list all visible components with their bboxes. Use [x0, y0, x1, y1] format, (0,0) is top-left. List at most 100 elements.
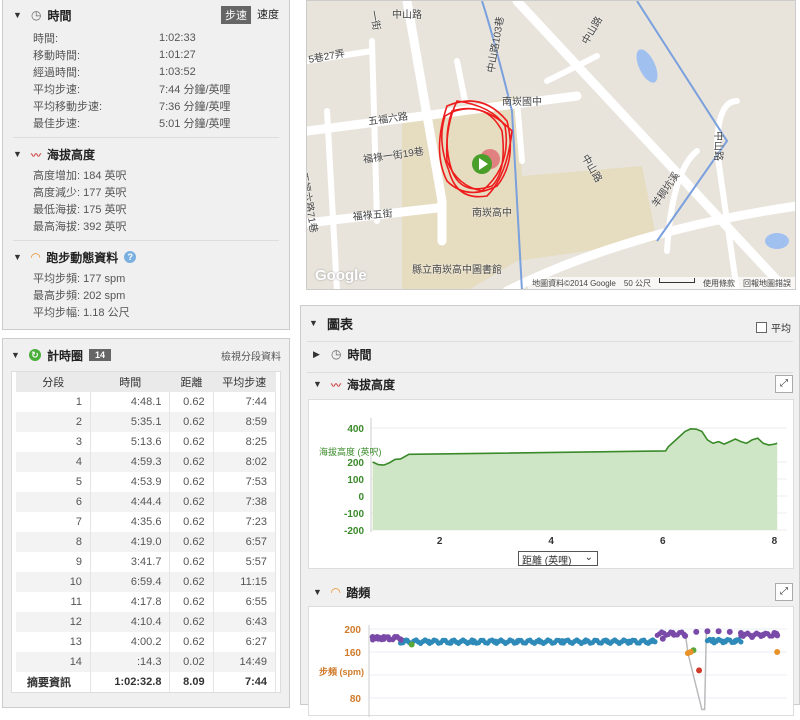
table-cell: 3 — [16, 432, 91, 452]
table-cell: 3:41.7 — [90, 552, 171, 572]
pace-toggle[interactable]: 步速 — [221, 6, 251, 24]
map-label: 中山路 — [392, 10, 422, 21]
collapse-triangle-icon[interactable]: ▼ — [11, 350, 23, 360]
cadence-point-blue — [559, 638, 566, 645]
laps-header[interactable]: ▼ ↻ 計時圈 14 檢視分段資料 — [11, 345, 281, 365]
table-cell: 8:02 — [213, 452, 277, 472]
table-cell: 4:19.0 — [90, 532, 171, 552]
time-chart-header[interactable]: ▶ ◷ 時間 — [313, 344, 372, 364]
map[interactable]: 中山路 中山路103巷 中山路 中山路 五福六路 福祿一街19巷 五福六路71巷 福祿五街 5巷… — [306, 0, 796, 290]
laps-column-header[interactable]: 距離 — [169, 372, 214, 392]
table-cell: 4:53.9 — [90, 472, 171, 492]
table-row[interactable]: 1 4:48.1 0.62 7:44 — [16, 392, 277, 412]
map-scale: 50 公尺 — [623, 279, 651, 288]
table-row[interactable]: 12 4:10.4 0.62 6:43 — [16, 612, 277, 632]
time-section-header[interactable]: ▼ ◷ 時間 步速 速度 — [13, 5, 279, 25]
cadence-point-red — [696, 667, 703, 674]
laps-panel: ▼ ↻ 計時圈 14 檢視分段資料 分段 時間 距離 平均步速 1 4:48.1 0.62… — [2, 338, 290, 708]
cadence-point-purple — [749, 634, 756, 641]
laps-column-header[interactable]: 平均步速 — [213, 372, 276, 392]
running-dynamics-icon: ◠ — [31, 250, 41, 264]
y-tick-label: 80 — [350, 694, 362, 705]
stat-row: 最高海拔: 392 英呎 — [33, 220, 127, 233]
average-checkbox[interactable] — [756, 322, 767, 333]
table-row[interactable]: 11 4:17.8 0.62 6:55 — [16, 592, 277, 612]
y-axis-label: 步頻 (spm) — [319, 666, 364, 677]
table-row[interactable]: 2 5:35.1 0.62 8:59 — [16, 412, 277, 432]
table-row[interactable]: 4 4:59.3 0.62 8:02 — [16, 452, 277, 472]
x-tick-label: 6 — [660, 536, 666, 547]
table-row[interactable]: 7 4:35.6 0.62 7:23 — [16, 512, 277, 532]
table-cell: 13 — [16, 632, 91, 652]
y-axis-label: 海拔高度 (英呎) — [319, 446, 382, 457]
collapse-triangle-icon[interactable]: ▼ — [313, 587, 325, 597]
charts-header[interactable]: ▼ 圖表 — [309, 313, 353, 333]
time-chart-title: 時間 — [347, 347, 372, 362]
cadence-point-purple — [774, 632, 781, 639]
collapse-triangle-icon[interactable]: ▼ — [13, 252, 25, 262]
laps-column-header[interactable]: 時間 — [90, 372, 170, 392]
table-cell: 4:35.6 — [90, 512, 171, 532]
collapse-triangle-icon[interactable]: ▼ — [309, 318, 321, 328]
table-row[interactable]: 9 3:41.7 0.62 5:57 — [16, 552, 277, 572]
table-cell: 8 — [16, 532, 91, 552]
terms-link[interactable]: 使用條款 — [703, 278, 735, 289]
table-cell: 6 — [16, 492, 91, 512]
collapse-triangle-icon[interactable]: ▼ — [13, 149, 25, 159]
table-cell: 6:57 — [213, 532, 277, 552]
table-row[interactable]: 5 4:53.9 0.62 7:53 — [16, 472, 277, 492]
expand-elevation-chart-icon[interactable]: ⤢ — [775, 375, 793, 393]
cadence-point-blue — [447, 639, 454, 646]
collapse-triangle-icon[interactable]: ▼ — [13, 10, 25, 20]
table-cell: 10 — [16, 572, 91, 592]
report-map-error-link[interactable]: 回報地圖錯誤 — [743, 278, 791, 289]
cadence-chart-header[interactable]: ▼ ◠ 踏頻 — [313, 582, 370, 602]
speed-toggle[interactable]: 速度 — [257, 6, 279, 24]
scale-bar — [659, 278, 695, 283]
table-row[interactable]: 14:14.3 0.02 14:49 — [16, 652, 277, 672]
map-label: 南崁高中 — [472, 208, 512, 219]
expand-cadence-chart-icon[interactable]: ⤢ — [775, 583, 793, 601]
table-cell: 6:43 — [213, 612, 277, 632]
table-cell: 11 — [16, 592, 91, 612]
cadence-point-purple — [369, 634, 376, 641]
table-cell: 5:57 — [213, 552, 277, 572]
table-cell: 4:10.4 — [90, 612, 171, 632]
table-cell: 4:17.8 — [90, 592, 171, 612]
laps-column-header[interactable]: 分段 — [16, 372, 91, 392]
collapse-triangle-icon[interactable]: ▼ — [313, 379, 325, 389]
help-icon[interactable]: ? — [124, 251, 137, 263]
table-row[interactable]: 13 4:00.2 0.62 6:27 — [16, 632, 277, 652]
table-row[interactable]: 3 5:13.6 0.62 8:25 — [16, 432, 277, 452]
expand-triangle-icon[interactable]: ▶ — [313, 349, 325, 360]
view-splits-link[interactable]: 檢視分段資料 — [221, 348, 281, 363]
cadence-point-blue — [537, 638, 544, 645]
stat-row: 高度增加: 184 英呎 — [33, 169, 127, 182]
cadence-point-purple — [715, 628, 722, 635]
elevation-chart-title: 海拔高度 — [347, 377, 396, 392]
stat-label: 經過時間: — [33, 66, 81, 79]
y-tick-label: 200 — [344, 625, 361, 636]
stat-label: 平均移動步速: — [33, 100, 103, 113]
cadence-point-purple — [693, 628, 700, 635]
table-row[interactable]: 6 4:44.4 0.62 7:38 — [16, 492, 277, 512]
map-label: 縣立南崁高中圖書館 — [412, 265, 502, 276]
cadence-point-blue — [604, 638, 610, 645]
summary-row: 摘要資訊 1:02:32.8 8.09 7:44 — [16, 672, 277, 692]
table-cell: 9 — [16, 552, 91, 572]
dynamics-section-header[interactable]: ▼ ◠ 跑步動態資料 ? — [13, 247, 279, 267]
elevation-section-header[interactable]: ▼ 〰 海拔高度 — [13, 144, 279, 164]
cadence-point-green — [408, 641, 415, 648]
stat-label: 最佳步速: — [33, 117, 81, 130]
xaxis-select[interactable]: 距離 (英哩) ⌄ — [518, 551, 598, 567]
stat-row: 最佳步速: 5:01 分鐘/英哩 — [33, 114, 279, 131]
elevation-chart-header[interactable]: ▼ 〰 海拔高度 — [313, 374, 395, 394]
cadence-point-purple — [659, 635, 666, 642]
table-row[interactable]: 8 4:19.0 0.62 6:57 — [16, 532, 277, 552]
table-cell: 0.62 — [169, 452, 214, 472]
cadence-point-purple — [760, 631, 767, 638]
laps-title: 計時圈 — [47, 348, 84, 363]
cadence-point-purple — [737, 630, 744, 637]
stat-row: 平均移動步速: 7:36 分鐘/英哩 — [33, 97, 279, 114]
table-row[interactable]: 10 6:59.4 0.62 11:15 — [16, 572, 277, 592]
